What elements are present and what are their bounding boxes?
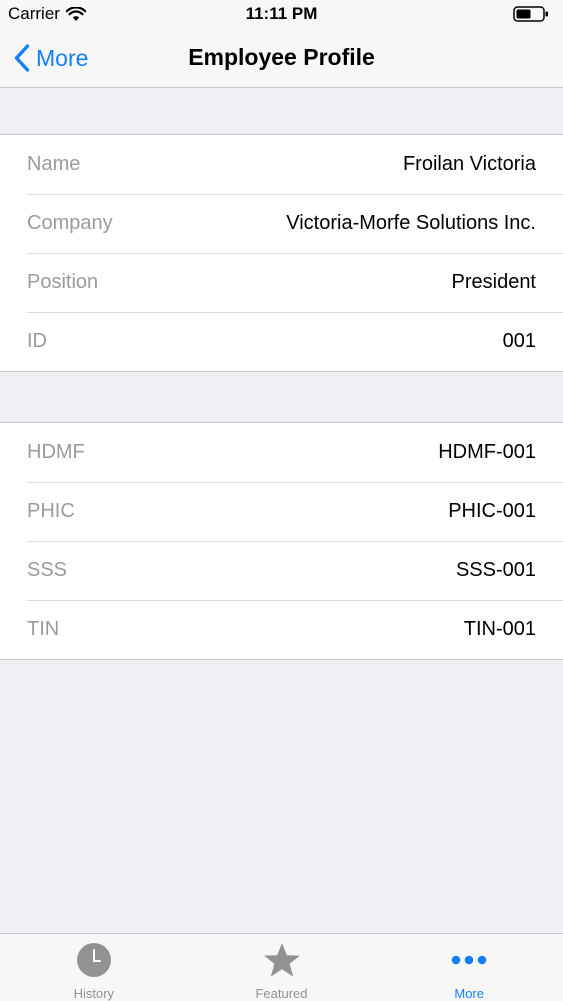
id-value: 001 — [502, 330, 536, 352]
clock-icon — [75, 942, 113, 978]
sss-label: SSS — [27, 559, 68, 581]
page-title: Employee Profile — [188, 44, 375, 70]
company-value: Victoria-Morfe Solutions Inc. — [286, 212, 536, 234]
phic-row: PHIC PHIC-001 — [0, 482, 563, 541]
more-icon — [450, 942, 488, 978]
company-row: Company Victoria-Morfe Solutions Inc. — [0, 194, 563, 253]
position-row: Position President — [0, 253, 563, 312]
tab-history[interactable]: History — [0, 934, 188, 1001]
phic-label: PHIC — [27, 500, 75, 522]
tab-history-label: History — [73, 986, 115, 1001]
hdmf-row: HDMF HDMF-001 — [0, 423, 563, 482]
position-value: President — [451, 271, 537, 293]
battery-icon — [513, 6, 548, 22]
government-ids-section: HDMF HDMF-001 PHIC PHIC-001 SSS SSS-001 … — [0, 422, 563, 660]
tab-featured-label: Featured — [255, 986, 308, 1001]
status-bar: Carrier 11:11 PM — [0, 0, 563, 30]
tin-row: TIN TIN-001 — [0, 600, 563, 659]
tab-more-label: More — [454, 986, 484, 1001]
id-label: ID — [27, 330, 47, 352]
tab-bar: History Featured More — [0, 933, 563, 1001]
tab-featured[interactable]: Featured — [188, 934, 376, 1001]
id-row: ID 001 — [0, 312, 563, 371]
sss-row: SSS SSS-001 — [0, 541, 563, 600]
status-time: 11:11 PM — [245, 4, 318, 23]
tab-more[interactable]: More — [375, 934, 563, 1001]
star-icon — [263, 942, 301, 978]
profile-section: Name Froilan Victoria Company Victoria-M… — [0, 134, 563, 372]
tin-value: TIN-001 — [463, 618, 536, 640]
name-row: Name Froilan Victoria — [0, 135, 563, 194]
company-label: Company — [27, 212, 113, 234]
hdmf-value: HDMF-001 — [438, 441, 536, 463]
name-value: Froilan Victoria — [402, 153, 536, 175]
tin-label: TIN — [27, 618, 60, 640]
position-label: Position — [27, 271, 99, 293]
hdmf-label: HDMF — [27, 441, 85, 463]
navigation-bar: More Employee Profile — [0, 30, 563, 88]
phic-value: PHIC-001 — [448, 500, 536, 522]
sss-value: SSS-001 — [455, 559, 536, 581]
name-label: Name — [27, 153, 81, 175]
